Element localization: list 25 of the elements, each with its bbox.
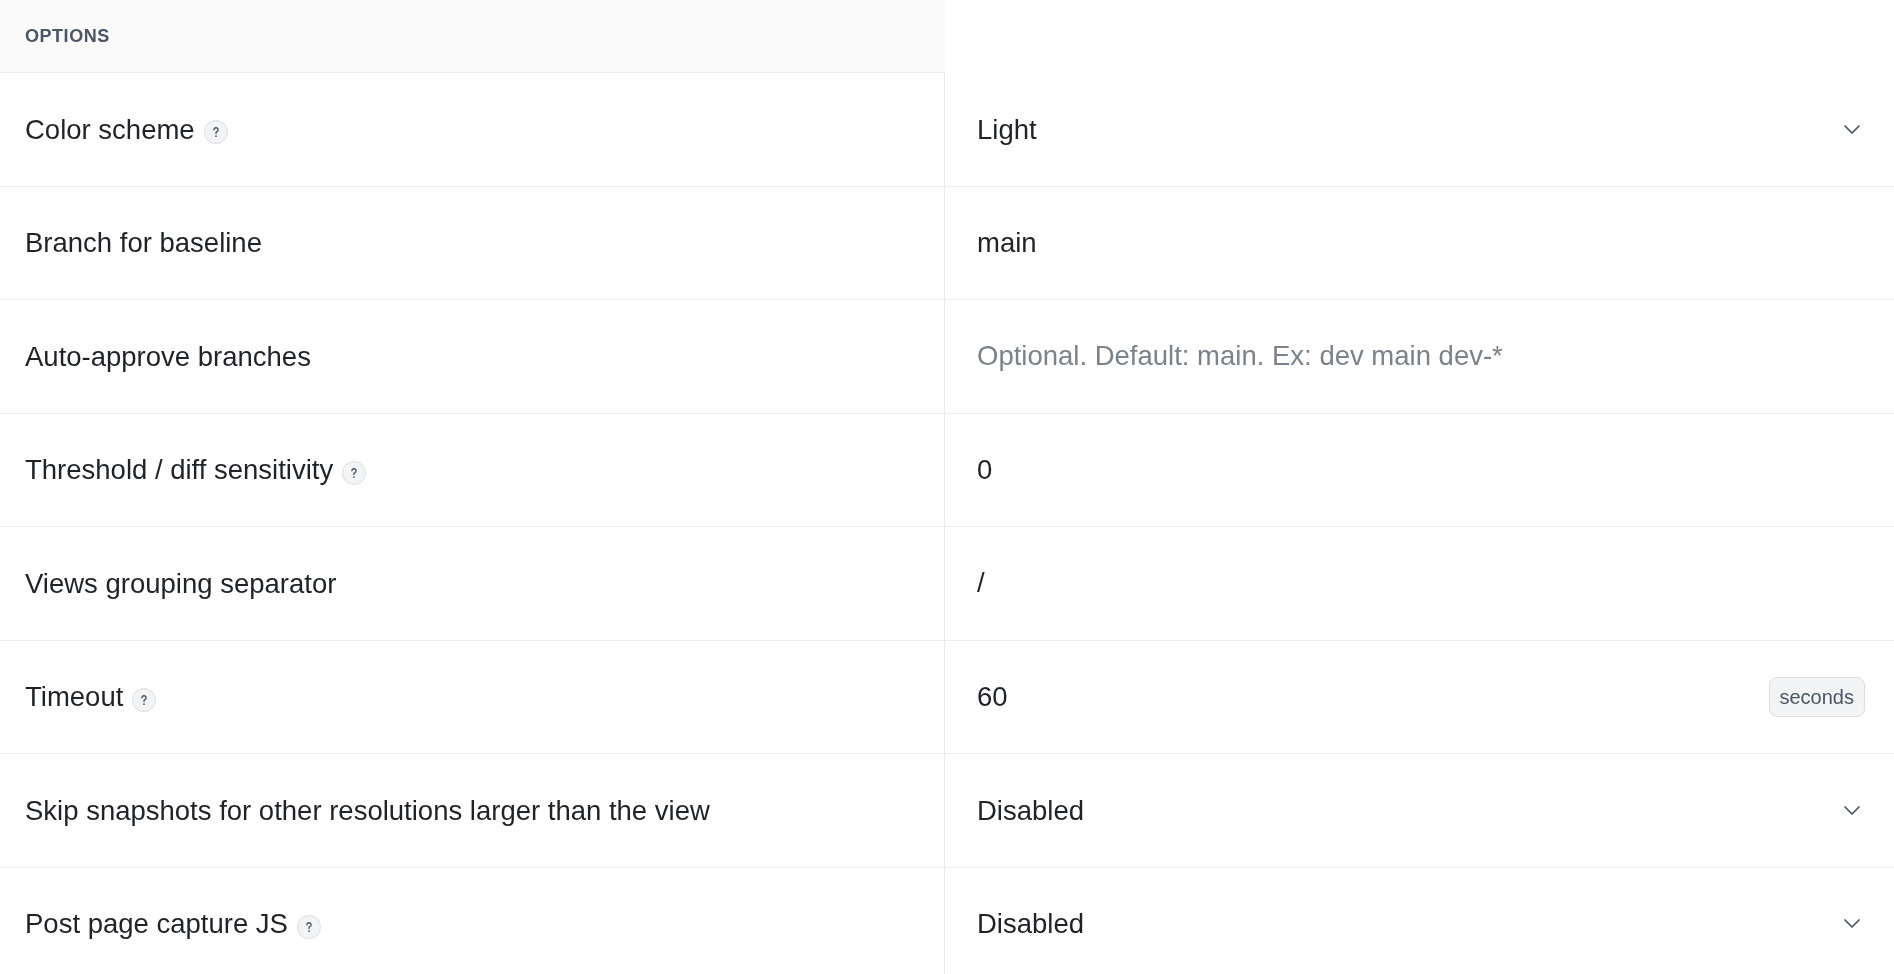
- help-icon[interactable]: [296, 914, 321, 939]
- field-label: Timeout: [25, 680, 124, 715]
- select-field[interactable]: Disabled: [945, 867, 1894, 974]
- input-field[interactable]: 60: [945, 640, 1757, 753]
- field-label: Views grouping separator: [25, 566, 337, 601]
- help-icon[interactable]: [342, 460, 367, 485]
- input-field[interactable]: 0: [945, 413, 1865, 526]
- input-field[interactable]: main: [945, 186, 1865, 299]
- field-label: Post page capture JS: [25, 907, 288, 942]
- select-field[interactable]: Light: [945, 73, 1894, 187]
- section-title: OPTIONS: [25, 24, 110, 48]
- unit-badge: seconds: [1768, 676, 1865, 717]
- field-label: Auto-approve branches: [25, 339, 311, 374]
- field-label: Color scheme: [25, 112, 195, 147]
- help-icon[interactable]: [203, 120, 228, 145]
- field-label: Branch for baseline: [25, 226, 262, 261]
- chevron-down-icon: [1844, 124, 1860, 134]
- input-field[interactable]: /: [945, 527, 1865, 640]
- select-field[interactable]: Disabled: [945, 754, 1894, 868]
- field-label: Skip snapshots for other resolutions larger than the view: [25, 793, 710, 828]
- input-field[interactable]: Optional. Default: main. Ex: dev main dev-*: [945, 300, 1865, 413]
- chevron-down-icon: [1844, 805, 1860, 815]
- chevron-down-icon: [1844, 919, 1860, 929]
- help-icon[interactable]: [132, 687, 157, 712]
- field-label: Threshold / diff sensitivity: [25, 453, 334, 488]
